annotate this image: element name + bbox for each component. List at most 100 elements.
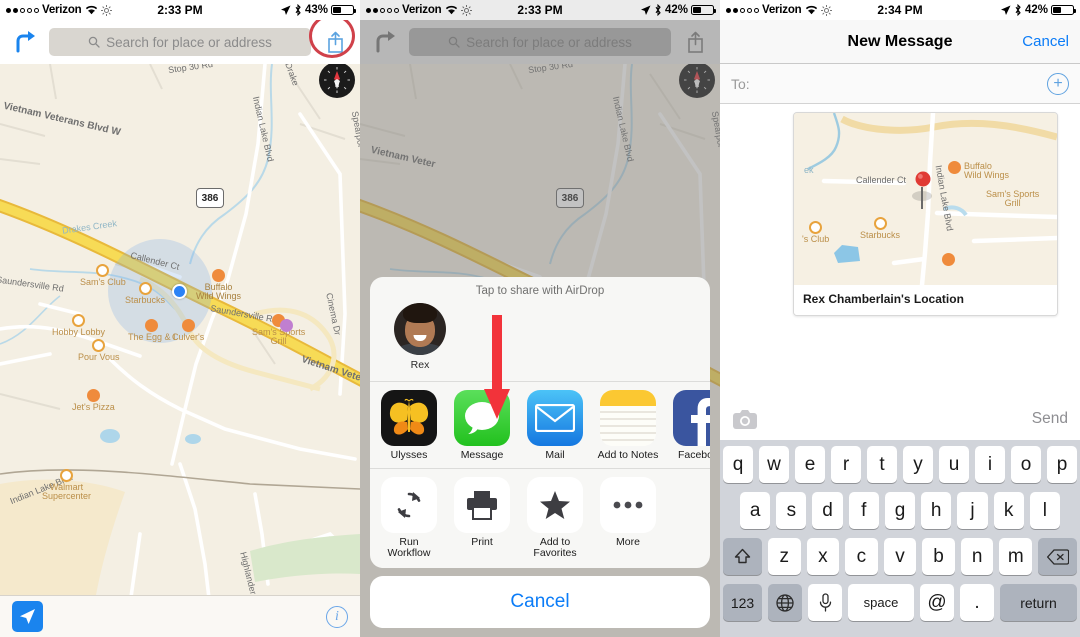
bubble-poi-sams-sports-grill: Sam's Sports Grill bbox=[986, 189, 1040, 209]
key-v[interactable]: v bbox=[883, 538, 917, 575]
share-app-ulysses[interactable]: Ulysses bbox=[380, 389, 438, 462]
share-action-more[interactable]: More bbox=[599, 476, 657, 561]
camera-icon[interactable] bbox=[732, 409, 758, 430]
key-s[interactable]: s bbox=[776, 492, 807, 529]
map-canvas-left[interactable]: N 386 Vietnam Veterans Blvd W Vietnam Ve… bbox=[0, 64, 360, 637]
shop-pin-icon bbox=[60, 469, 74, 482]
numeric-key[interactable]: 123 bbox=[723, 584, 762, 621]
period-key[interactable]: . bbox=[960, 584, 994, 621]
share-action-run-workflow[interactable]: Run Workflow bbox=[380, 476, 438, 561]
share-action-print[interactable]: Print bbox=[453, 476, 511, 561]
key-z[interactable]: z bbox=[767, 538, 801, 575]
key-t[interactable]: t bbox=[867, 446, 897, 483]
poi-sams-sports-grill[interactable]: Sam's Sports Grill bbox=[252, 314, 305, 347]
key-h[interactable]: h bbox=[921, 492, 952, 529]
backspace-icon[interactable] bbox=[1038, 538, 1078, 575]
locate-arrow-icon[interactable] bbox=[12, 601, 43, 632]
at-key[interactable]: @ bbox=[920, 584, 954, 621]
microphone-icon[interactable] bbox=[808, 584, 842, 621]
signal-strength-icon bbox=[6, 7, 39, 13]
key-c[interactable]: c bbox=[845, 538, 878, 575]
shop-pin-icon bbox=[92, 339, 106, 352]
key-e[interactable]: e bbox=[795, 446, 825, 483]
poi-hobby-lobby[interactable]: Hobby Lobby bbox=[52, 314, 105, 337]
new-message-nav-bar: New Message Cancel bbox=[720, 20, 1080, 64]
key-g[interactable]: g bbox=[884, 492, 916, 529]
poi-sams-club[interactable]: Sam's Club bbox=[80, 264, 126, 287]
brightness-icon bbox=[820, 4, 832, 16]
key-i[interactable]: i bbox=[975, 446, 1005, 483]
key-b[interactable]: b bbox=[922, 538, 955, 575]
share-sheet: Tap to share with AirDrop Rex Ulysses Me… bbox=[370, 276, 710, 637]
airdrop-contact-rex[interactable]: Rex bbox=[384, 302, 456, 371]
brightness-icon bbox=[100, 4, 112, 16]
send-button[interactable]: Send bbox=[1032, 410, 1068, 428]
shift-arrow-icon[interactable] bbox=[722, 538, 762, 575]
key-k[interactable]: k bbox=[993, 492, 1024, 529]
return-key[interactable]: return bbox=[1000, 584, 1077, 621]
poi-buffalo-wild-wings[interactable]: Buffalo Wild Wings bbox=[196, 269, 241, 302]
share-app-notes[interactable]: Add to Notes bbox=[598, 389, 658, 462]
directions-arrow-icon[interactable] bbox=[8, 31, 42, 53]
key-l[interactable]: l bbox=[1029, 492, 1060, 529]
share-action-label: Run Workflow bbox=[387, 535, 431, 560]
key-r[interactable]: r bbox=[831, 446, 861, 483]
cancel-button[interactable]: Cancel bbox=[370, 576, 710, 628]
key-d[interactable]: d bbox=[812, 492, 843, 529]
share-app-label: Ulysses bbox=[390, 448, 428, 461]
key-m[interactable]: m bbox=[999, 538, 1033, 575]
printer-icon bbox=[454, 476, 510, 533]
poi-culvers[interactable]: Culver's bbox=[172, 319, 204, 342]
bluetooth-icon bbox=[1014, 4, 1022, 16]
info-icon[interactable]: i bbox=[326, 605, 348, 628]
search-icon bbox=[88, 36, 100, 48]
share-action-add-to-favorites[interactable]: Add to Favorites bbox=[526, 476, 584, 561]
food-pin-icon bbox=[86, 389, 100, 402]
battery-percent-right: 42% bbox=[1024, 4, 1048, 16]
bluetooth-icon bbox=[294, 4, 302, 16]
carrier-label: Verizon bbox=[402, 4, 442, 16]
battery-icon bbox=[331, 5, 356, 15]
key-w[interactable]: w bbox=[759, 446, 789, 483]
location-message-bubble[interactable]: Callender Ct Indian Lake Blvd ek Buffalo… bbox=[793, 112, 1058, 316]
bubble-poi-starbucks: Starbucks bbox=[860, 217, 900, 240]
key-j[interactable]: j bbox=[957, 492, 988, 529]
share-app-facebook[interactable]: Facebook bbox=[672, 389, 710, 462]
key-x[interactable]: x bbox=[806, 538, 840, 575]
key-u[interactable]: u bbox=[939, 446, 969, 483]
poi-theater[interactable] bbox=[280, 319, 293, 332]
globe-icon[interactable] bbox=[768, 584, 802, 621]
key-a[interactable]: a bbox=[740, 492, 771, 529]
poi-jets-pizza[interactable]: Jet's Pizza bbox=[72, 389, 115, 412]
poi-walmart[interactable]: Walmart Supercenter bbox=[42, 469, 91, 502]
bubble-road-callender: Callender Ct bbox=[856, 175, 907, 185]
highway-shield: 386 bbox=[196, 188, 224, 208]
poi-pour-vous[interactable]: Pour Vous bbox=[78, 339, 120, 362]
key-f[interactable]: f bbox=[848, 492, 879, 529]
share-app-mail[interactable]: Mail bbox=[526, 389, 584, 462]
poi-the-egg-and-i[interactable]: The Egg & I bbox=[128, 319, 176, 342]
key-p[interactable]: p bbox=[1047, 446, 1077, 483]
poi-starbucks[interactable]: Starbucks bbox=[125, 282, 165, 305]
recipient-field[interactable]: To: + bbox=[720, 64, 1080, 104]
space-key[interactable]: space bbox=[848, 584, 914, 621]
user-location-dot bbox=[172, 284, 187, 299]
food-pin-icon bbox=[212, 269, 225, 282]
key-o[interactable]: o bbox=[1011, 446, 1041, 483]
maps-nav-bar: Search for place or address bbox=[0, 20, 360, 64]
search-input[interactable]: Search for place or address bbox=[49, 28, 311, 56]
key-n[interactable]: n bbox=[960, 538, 994, 575]
share-icon[interactable] bbox=[318, 31, 352, 54]
battery-percent-middle: 42% bbox=[664, 4, 688, 16]
plus-circle-icon[interactable]: + bbox=[1047, 72, 1069, 95]
key-q[interactable]: q bbox=[723, 446, 753, 483]
compass-icon[interactable]: N bbox=[319, 64, 355, 98]
message-composer: Send bbox=[720, 398, 1080, 440]
food-pin-icon bbox=[145, 319, 159, 332]
cancel-button[interactable]: Cancel bbox=[1022, 33, 1069, 50]
entertainment-pin-icon bbox=[280, 319, 293, 332]
wifi-icon bbox=[85, 5, 98, 15]
key-y[interactable]: y bbox=[903, 446, 933, 483]
battery-icon bbox=[1051, 5, 1076, 15]
page-title: New Message bbox=[847, 32, 953, 50]
